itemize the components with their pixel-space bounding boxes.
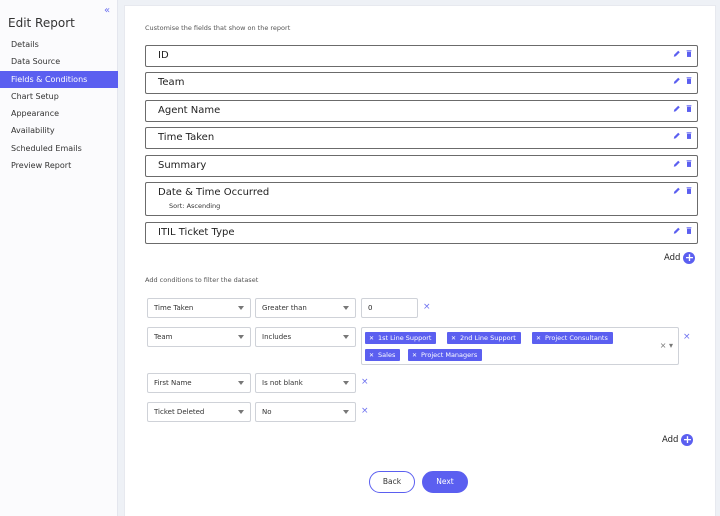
condition-field-value: Team (154, 333, 173, 341)
remove-condition-icon[interactable]: × (683, 332, 691, 342)
sidebar-item-scheduled-emails[interactable]: Scheduled Emails (0, 140, 118, 157)
field-row[interactable]: ID (145, 45, 698, 67)
condition-operator-select[interactable]: No (255, 402, 356, 422)
delete-icon[interactable] (685, 131, 693, 140)
condition-operator-value: Includes (262, 333, 292, 341)
chip-remove-icon[interactable]: ✕ (451, 335, 456, 342)
condition-value-input[interactable]: 0 (361, 298, 418, 318)
condition-operator-select[interactable]: Includes (255, 327, 356, 347)
conditions-hint: Add conditions to filter the dataset (145, 276, 259, 284)
chip-label: Project Consultants (545, 334, 608, 342)
condition-field-select[interactable]: Team (147, 327, 251, 347)
delete-icon[interactable] (685, 104, 693, 113)
delete-icon[interactable] (685, 226, 693, 235)
chip-remove-icon[interactable]: ✕ (369, 352, 374, 359)
condition-field-select[interactable]: First Name (147, 373, 251, 393)
selected-chip[interactable]: ✕ 1st Line Support (365, 332, 437, 344)
selected-chip[interactable]: ✕ Project Consultants (532, 332, 613, 344)
field-label: Team (158, 77, 185, 88)
chip-remove-icon[interactable]: ✕ (412, 352, 417, 359)
selected-chip[interactable]: ✕ Project Managers (408, 349, 483, 361)
condition-field-value: Ticket Deleted (154, 408, 205, 416)
add-field-label: Add (664, 253, 681, 263)
condition-operator-value: Is not blank (262, 379, 303, 387)
edit-icon[interactable] (673, 226, 681, 235)
add-field-button[interactable]: Add + (664, 251, 696, 264)
edit-icon[interactable] (673, 49, 681, 58)
chip-label: Sales (378, 351, 396, 359)
chip-label: 1st Line Support (378, 334, 432, 342)
next-button[interactable]: Next (422, 471, 468, 493)
condition-operator-value: No (262, 408, 272, 416)
chevron-down-icon (238, 335, 244, 339)
edit-icon[interactable] (673, 76, 681, 85)
condition-multi-select[interactable]: ✕ 1st Line Support ✕ 2nd Line Support ✕ Pro… (361, 327, 679, 365)
field-label: Date & Time Occurred (158, 187, 270, 198)
condition-field-value: First Name (154, 379, 192, 387)
sidebar-item-fields-conditions[interactable]: Fields & Conditions (0, 70, 118, 88)
chip-remove-icon[interactable]: ✕ (536, 335, 541, 342)
condition-operator-select[interactable]: Is not blank (255, 373, 356, 393)
chevron-down-icon (238, 381, 244, 385)
selected-chip[interactable]: ✕ 2nd Line Support (447, 332, 521, 344)
field-row[interactable]: Team (145, 72, 698, 94)
collapse-sidebar-icon[interactable]: « (104, 5, 110, 16)
edit-icon[interactable] (673, 131, 681, 140)
edit-icon[interactable] (673, 104, 681, 113)
sidebar-item-appearance[interactable]: Appearance (0, 105, 118, 122)
delete-icon[interactable] (685, 76, 693, 85)
delete-icon[interactable] (685, 49, 693, 58)
main-panel: Customise the fields that show on the re… (124, 5, 716, 516)
field-row[interactable]: Date & Time Occurred Sort: Ascending (145, 182, 698, 216)
delete-icon[interactable] (685, 186, 693, 195)
plus-icon: + (683, 251, 696, 264)
remove-condition-icon[interactable]: × (361, 377, 369, 387)
field-label: Agent Name (158, 105, 221, 116)
sidebar-item-preview-report[interactable]: Preview Report (0, 157, 118, 174)
sidebar-item-availability[interactable]: Availability (0, 122, 118, 139)
edit-icon[interactable] (673, 186, 681, 195)
back-button[interactable]: Back (369, 471, 415, 493)
field-row[interactable]: Agent Name (145, 100, 698, 122)
sidebar-item-data-source[interactable]: Data Source (0, 53, 118, 70)
plus-icon: + (681, 433, 694, 446)
condition-field-select[interactable]: Ticket Deleted (147, 402, 251, 422)
add-condition-button[interactable]: Add + (662, 433, 694, 446)
fields-hint: Customise the fields that show on the re… (145, 24, 291, 32)
field-row[interactable]: Summary (145, 155, 698, 177)
condition-field-value: Time Taken (154, 304, 194, 312)
condition-operator-value: Greater than (262, 304, 307, 312)
edit-icon[interactable] (673, 159, 681, 168)
condition-field-select[interactable]: Time Taken (147, 298, 251, 318)
chevron-down-icon (343, 410, 349, 414)
remove-condition-icon[interactable]: × (361, 406, 369, 416)
condition-operator-select[interactable]: Greater than (255, 298, 356, 318)
field-label: Time Taken (158, 132, 215, 143)
clear-and-dropdown-icon[interactable]: × ▾ (660, 341, 673, 350)
remove-condition-icon[interactable]: × (423, 302, 431, 312)
field-label: Summary (158, 160, 207, 171)
sidebar-nav: Details Data Source Fields & Conditions … (0, 36, 118, 174)
chevron-down-icon (343, 306, 349, 310)
sidebar-item-details[interactable]: Details (0, 36, 118, 53)
field-label: ID (158, 50, 169, 61)
field-row[interactable]: ITIL Ticket Type (145, 222, 698, 244)
add-condition-label: Add (662, 435, 679, 445)
chevron-down-icon (343, 381, 349, 385)
chevron-down-icon (343, 335, 349, 339)
sidebar: « Edit Report Details Data Source Fields… (0, 0, 118, 516)
field-row[interactable]: Time Taken (145, 127, 698, 149)
chip-label: Project Managers (421, 351, 478, 359)
selected-chip[interactable]: ✕ Sales (365, 349, 401, 361)
field-sort-label: Sort: Ascending (169, 202, 221, 210)
delete-icon[interactable] (685, 159, 693, 168)
chip-label: 2nd Line Support (460, 334, 516, 342)
chevron-down-icon (238, 306, 244, 310)
chevron-down-icon (238, 410, 244, 414)
sidebar-item-chart-setup[interactable]: Chart Setup (0, 88, 118, 105)
field-label: ITIL Ticket Type (158, 227, 235, 238)
sidebar-title: Edit Report (8, 16, 75, 30)
chip-remove-icon[interactable]: ✕ (369, 335, 374, 342)
